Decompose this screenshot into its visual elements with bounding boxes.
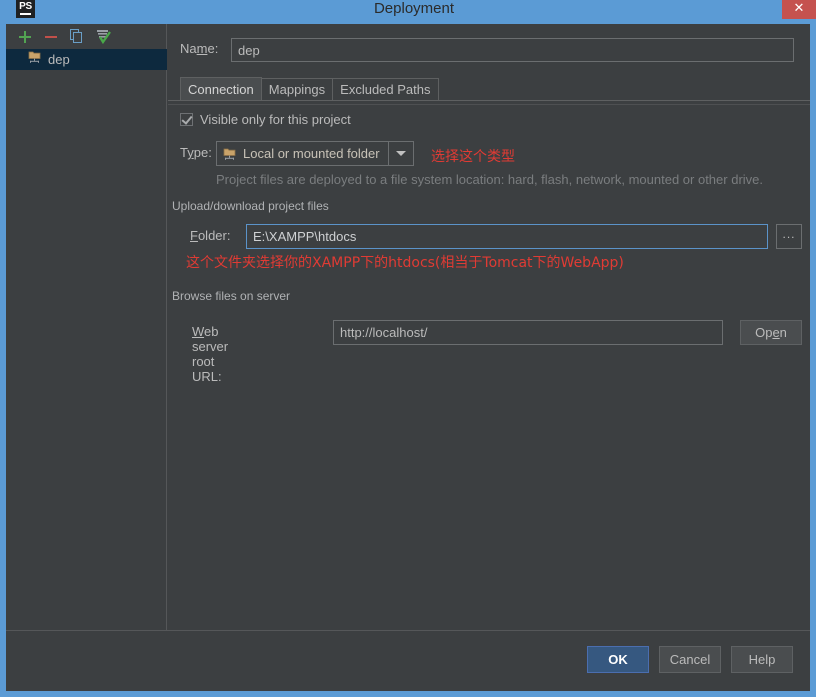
tab-separator-secondary (168, 104, 810, 105)
open-button[interactable]: Open (740, 320, 802, 345)
deployment-dialog-window: PS Deployment ✕ dep Name: dep Connection… (0, 0, 816, 697)
list-item[interactable]: dep (6, 49, 167, 70)
tab-separator (168, 100, 810, 101)
upload-group-header: Upload/download project files (172, 199, 806, 213)
ok-button[interactable]: OK (587, 646, 649, 673)
type-helper-text: Project files are deployed to a file sys… (216, 172, 763, 187)
name-input[interactable] (231, 38, 794, 62)
servers-tree: dep (6, 49, 167, 70)
local-folder-server-icon (28, 50, 42, 69)
annotation-type: 选择这个类型 (431, 149, 515, 165)
window-title: Deployment (373, 0, 455, 17)
browse-group-label: Browse files on server (172, 289, 297, 303)
cancel-button[interactable]: Cancel (659, 646, 721, 673)
list-item-label: dep (48, 52, 70, 67)
folder-label: Folder: (190, 228, 231, 243)
help-button[interactable]: Help (731, 646, 793, 673)
local-folder-server-icon (217, 147, 237, 161)
visible-only-label: Visible only for this project (200, 112, 351, 127)
set-default-icon[interactable] (92, 27, 114, 47)
title-bar: PS Deployment ✕ (6, 0, 816, 24)
settings-tabs: Connection Mappings Excluded Paths (180, 77, 439, 100)
tab-connection[interactable]: Connection (180, 77, 262, 100)
copy-icon[interactable] (66, 27, 88, 47)
name-label: Name: (180, 41, 219, 56)
web-server-url-label: Web server root URL: (192, 324, 229, 384)
annotation-folder: 这个文件夹选择你的XAMPP下的htdocs(相当于Tomcat下的WebApp… (186, 255, 624, 271)
dialog-body: dep Name: Connection Mappings Excluded P… (6, 24, 810, 691)
folder-input[interactable] (246, 224, 768, 249)
tab-mappings[interactable]: Mappings (260, 78, 334, 100)
folder-browse-button[interactable]: ... (776, 224, 802, 249)
add-server-button[interactable] (14, 27, 36, 47)
tab-excluded-paths[interactable]: Excluded Paths (332, 78, 439, 100)
checkbox-box (180, 113, 193, 126)
type-label: Type: (180, 145, 212, 160)
servers-panel: dep (6, 24, 167, 630)
server-settings-panel: Name: Connection Mappings Excluded Paths… (168, 24, 810, 630)
servers-toolbar (6, 24, 167, 49)
name-row: Name: (168, 38, 810, 62)
close-icon[interactable]: ✕ (782, 0, 816, 19)
remove-server-button[interactable] (40, 27, 62, 47)
chevron-down-icon[interactable] (388, 142, 413, 165)
browse-group-header: Browse files on server (172, 289, 806, 303)
dialog-button-bar: OK Cancel Help (6, 631, 810, 691)
upload-group-label: Upload/download project files (172, 199, 335, 213)
visible-only-checkbox[interactable]: Visible only for this project (180, 112, 351, 127)
web-server-url-input[interactable] (333, 320, 723, 345)
type-select[interactable]: Local or mounted folder (216, 141, 414, 166)
type-select-value: Local or mounted folder (243, 146, 380, 161)
